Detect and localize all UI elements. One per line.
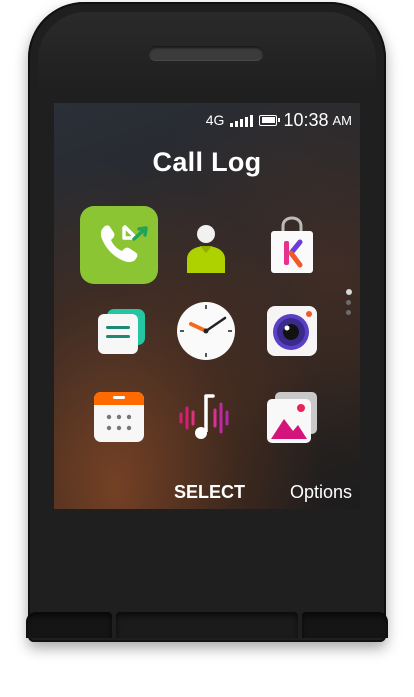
clock-time: 10:38 bbox=[283, 109, 329, 130]
softkey-options[interactable]: Options bbox=[290, 482, 352, 503]
page-dot-active bbox=[346, 289, 352, 295]
earpiece-speaker bbox=[149, 46, 263, 60]
signal-icon bbox=[230, 114, 254, 127]
page-dot bbox=[346, 310, 351, 315]
app-call-log[interactable] bbox=[80, 206, 158, 284]
app-calendar[interactable] bbox=[80, 378, 158, 456]
gallery-icon bbox=[267, 392, 317, 443]
app-messages[interactable] bbox=[80, 292, 158, 370]
hinge-left bbox=[26, 612, 112, 638]
app-music[interactable] bbox=[167, 378, 245, 456]
page-indicator bbox=[346, 289, 352, 315]
battery-icon bbox=[259, 114, 281, 126]
messages-icon bbox=[98, 309, 145, 354]
softkey-bar: SELECT Options bbox=[54, 475, 360, 509]
app-clock[interactable] bbox=[167, 292, 245, 370]
camera-icon bbox=[267, 306, 317, 356]
calendar-icon bbox=[94, 392, 144, 442]
call-log-icon bbox=[100, 225, 148, 263]
app-contacts[interactable] bbox=[167, 206, 245, 284]
screen: 4G 10:38 AM Call Log SELECT Options bbox=[54, 103, 360, 509]
page-dot bbox=[346, 300, 351, 305]
clock-icon bbox=[177, 302, 235, 360]
status-bar: 4G 10:38 AM bbox=[206, 109, 352, 131]
page-title: Call Log bbox=[152, 147, 262, 177]
clock-ampm: AM bbox=[332, 112, 353, 128]
contacts-icon bbox=[187, 225, 225, 273]
app-camera[interactable] bbox=[253, 292, 331, 370]
music-icon bbox=[179, 394, 229, 439]
hinge-middle bbox=[116, 612, 298, 638]
store-icon bbox=[271, 216, 313, 273]
hinge-right bbox=[302, 612, 388, 638]
app-store[interactable] bbox=[253, 206, 331, 284]
network-type: 4G bbox=[205, 112, 225, 128]
app-gallery[interactable] bbox=[253, 378, 331, 456]
softkey-select[interactable]: SELECT bbox=[174, 482, 245, 503]
